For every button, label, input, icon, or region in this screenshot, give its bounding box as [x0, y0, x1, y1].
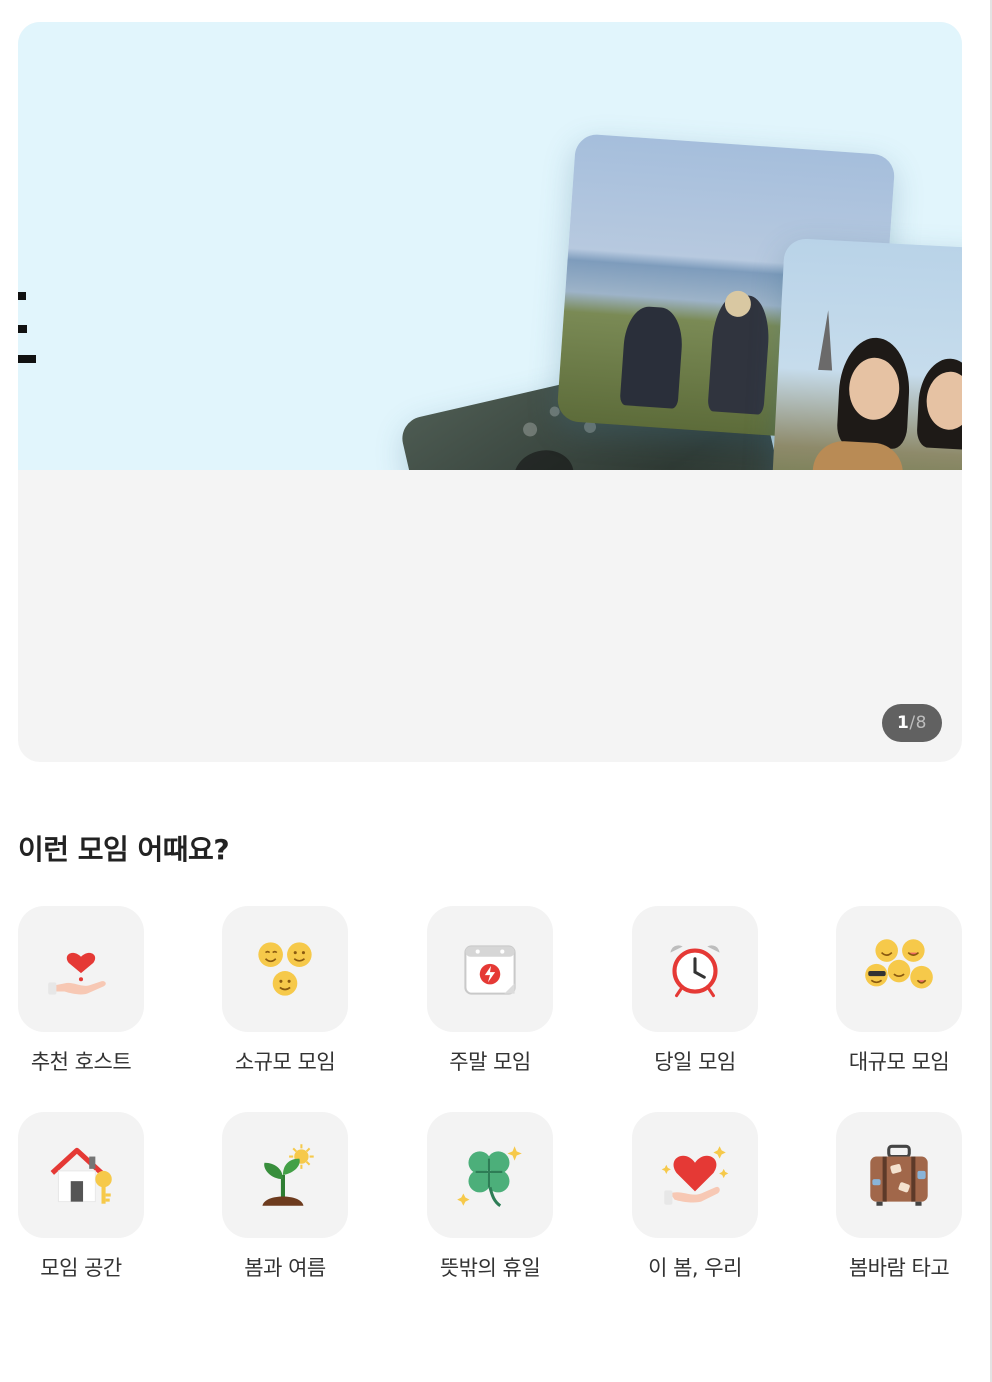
category-label: 당일 모임 — [654, 1050, 736, 1074]
category-label: 봄바람 타고 — [848, 1256, 950, 1280]
category-tile[interactable] — [222, 906, 348, 1032]
alarm-clock-icon — [670, 945, 720, 998]
four-leaf-clover-icon — [457, 1146, 522, 1208]
section-title: 이런 모임 어때요? — [18, 833, 230, 866]
category-item-spring-breeze[interactable]: 봄바람 타고 — [824, 1112, 974, 1282]
calendar-bolt-icon — [464, 945, 516, 995]
pager-total: /8 — [909, 713, 927, 733]
banner-photo-friends — [771, 237, 962, 470]
category-tile[interactable] — [836, 1112, 962, 1238]
category-item-spring-summer[interactable]: 봄과 여름 — [210, 1112, 360, 1282]
banner-text-fragment — [18, 355, 36, 363]
category-tile[interactable] — [18, 1112, 144, 1238]
category-item-meeting-space[interactable]: 모임 공간 — [6, 1112, 156, 1282]
category-tile[interactable] — [632, 906, 758, 1032]
category-item-recommended-host[interactable]: 추천 호스트 — [6, 906, 156, 1076]
sprout-sun-icon — [262, 1144, 314, 1206]
category-tile[interactable] — [427, 1112, 553, 1238]
category-label: 주말 모임 — [449, 1050, 531, 1074]
category-tile[interactable] — [18, 906, 144, 1032]
banner-text-fragment — [18, 325, 27, 333]
carousel-pager: 1/8 — [882, 704, 942, 742]
heart-in-hand-sparkle-icon — [661, 1146, 729, 1205]
category-item-same-day[interactable]: 당일 모임 — [620, 906, 770, 1076]
category-item-weekend[interactable]: 주말 모임 — [415, 906, 565, 1076]
category-tile[interactable] — [632, 1112, 758, 1238]
category-label: 추천 호스트 — [30, 1050, 132, 1074]
house-key-icon — [50, 1147, 112, 1204]
banner-image — [18, 22, 962, 470]
category-label: 뜻밖의 휴일 — [439, 1256, 541, 1280]
suitcase-icon — [870, 1144, 928, 1206]
heart-hand-icon — [48, 952, 106, 995]
three-smiles-icon — [258, 942, 312, 996]
category-item-unexpected-holiday[interactable]: 뜻밖의 휴일 — [415, 1112, 565, 1282]
many-emoji-icon — [865, 939, 933, 989]
pager-current: 1 — [897, 713, 910, 733]
category-label: 모임 공간 — [40, 1256, 122, 1280]
category-item-large-group[interactable]: 대규모 모임 — [824, 906, 974, 1076]
banner-carousel[interactable]: 1/8 — [18, 22, 962, 762]
category-tile[interactable] — [427, 906, 553, 1032]
category-item-this-spring-us[interactable]: 이 봄, 우리 — [620, 1112, 770, 1282]
category-label: 대규모 모임 — [848, 1050, 950, 1074]
category-label: 소규모 모임 — [234, 1050, 336, 1074]
category-label: 이 봄, 우리 — [648, 1256, 742, 1280]
category-label: 봄과 여름 — [244, 1256, 326, 1280]
banner-text-fragment — [18, 292, 26, 300]
category-tile[interactable] — [222, 1112, 348, 1238]
category-tile[interactable] — [836, 906, 962, 1032]
category-item-small-group[interactable]: 소규모 모임 — [210, 906, 360, 1076]
